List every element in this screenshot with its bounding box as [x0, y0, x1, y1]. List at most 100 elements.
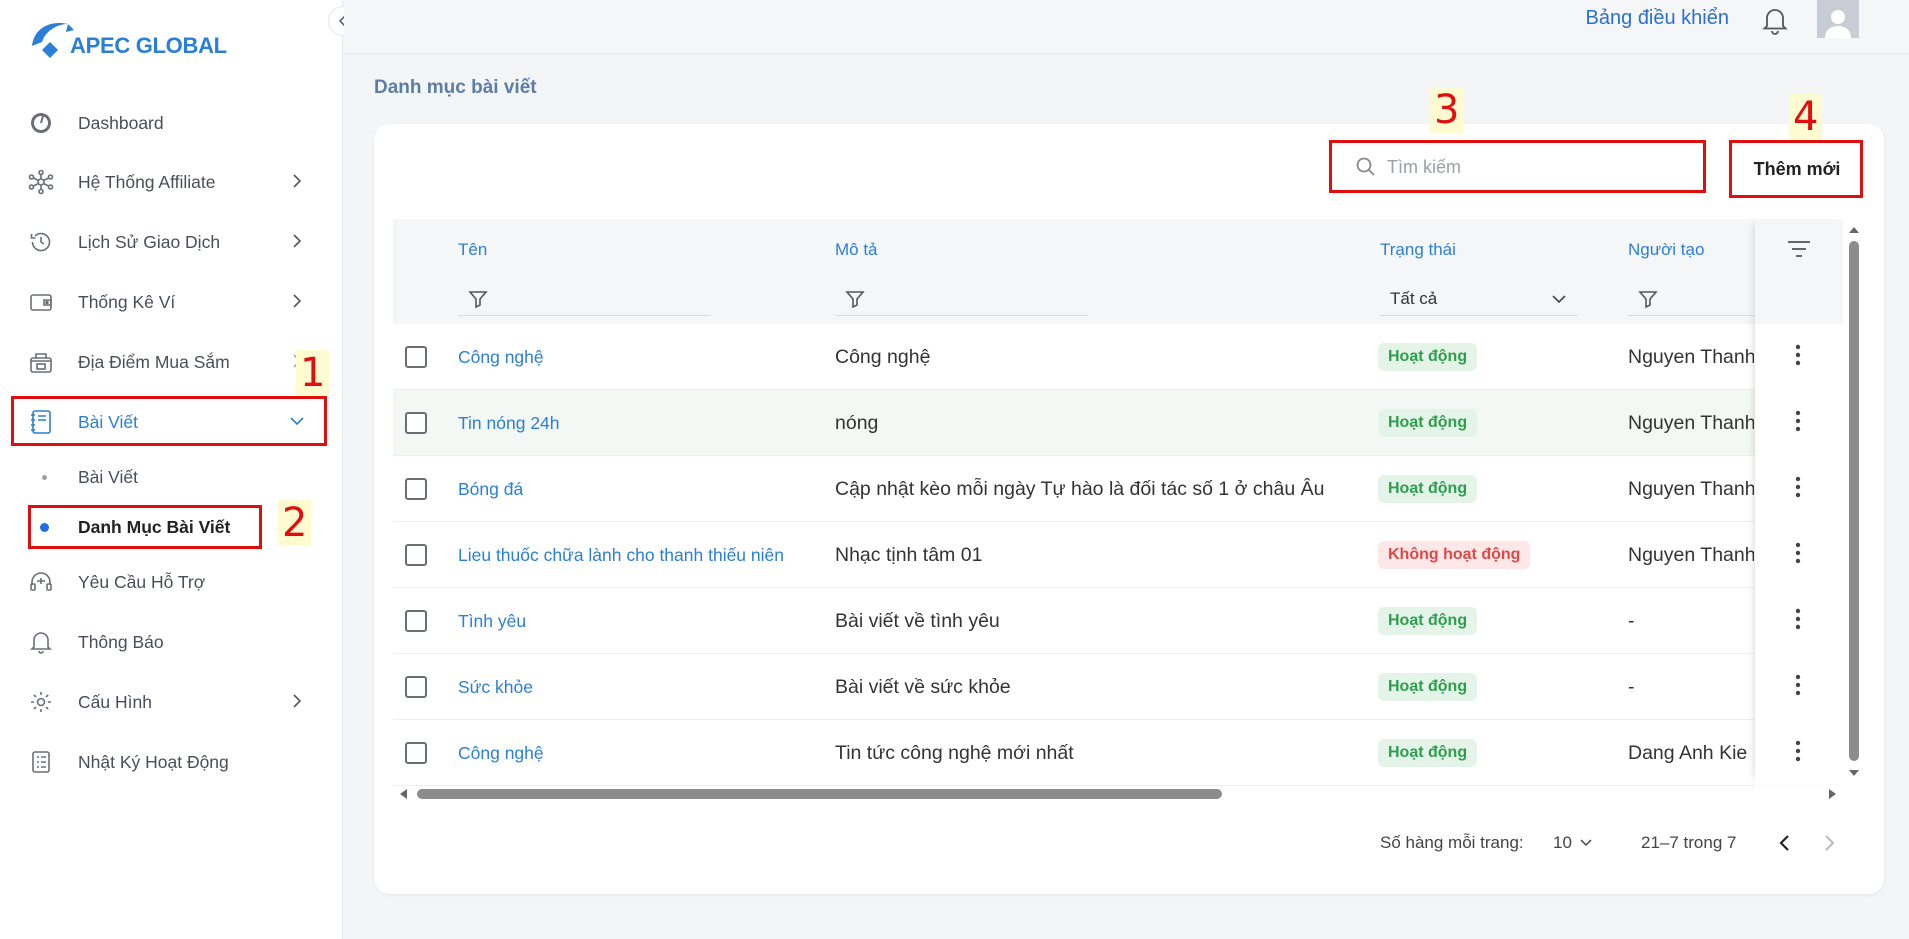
creator-filter-input[interactable] — [1628, 282, 1755, 316]
more-vert-icon[interactable] — [1786, 475, 1810, 499]
column-header-creator[interactable]: Người tạo — [1628, 240, 1704, 260]
column-header-name[interactable]: Tên — [458, 240, 487, 260]
status-badge: Hoạt động — [1378, 607, 1478, 635]
status-badge: Hoạt động — [1378, 343, 1478, 371]
creator-name: Dang Anh Kie — [1628, 741, 1748, 764]
category-name-link[interactable]: Công nghệ — [458, 720, 544, 786]
row-checkbox[interactable] — [405, 676, 427, 698]
annotation-marker-3: 3 — [1430, 87, 1464, 133]
annotation-marker-4: 4 — [1789, 94, 1823, 140]
category-description: Tin tức công nghệ mới nhất — [835, 741, 1074, 764]
sidebar-item-label: Thống Kê Ví — [78, 291, 176, 312]
status-badge: Hoạt động — [1378, 409, 1478, 437]
search-placeholder: Tìm kiếm — [1387, 156, 1461, 177]
more-vert-icon[interactable] — [1786, 541, 1810, 565]
column-header-status[interactable]: Trạng thái — [1380, 240, 1456, 260]
sidebar-subitem-label: Bài Viết — [78, 466, 138, 487]
chevron-right-icon — [286, 290, 308, 312]
more-vert-icon[interactable] — [1786, 409, 1810, 433]
description-filter-input[interactable] — [835, 282, 1088, 316]
clock-history-icon — [28, 229, 54, 255]
table-row[interactable]: Sức khỏe Bài viết về sức khỏe Hoạt động … — [393, 654, 1755, 720]
topbar: Bảng điều khiển — [344, 0, 1909, 54]
page-title: Danh mục bài viết — [374, 77, 537, 98]
sidebar-item-settings[interactable]: Cấu Hình — [14, 676, 326, 728]
sidebar-item-wallet-stats[interactable]: Thống Kê Ví — [14, 276, 326, 328]
creator-name: Nguyen Thanh — [1628, 345, 1754, 368]
rows-per-page-label: Số hàng mỗi trang: — [1380, 833, 1524, 852]
row-checkbox[interactable] — [405, 346, 427, 368]
row-checkbox[interactable] — [405, 412, 427, 434]
category-name-link[interactable]: Lieu thuốc chữa lành cho thanh thiếu niê… — [458, 522, 784, 588]
search-input[interactable]: Tìm kiếm — [1333, 143, 1703, 191]
vertical-scrollbar[interactable] — [1843, 219, 1865, 784]
sidebar-item-support[interactable]: Yêu Cầu Hỗ Trợ — [14, 556, 326, 608]
more-vert-icon[interactable] — [1786, 607, 1810, 631]
sidebar-item-label: Cấu Hình — [78, 691, 152, 712]
chevron-down-icon — [286, 410, 308, 432]
notification-bell-icon[interactable] — [1761, 5, 1789, 35]
sidebar-item-articles[interactable]: Bài Viết — [14, 396, 326, 448]
rows-per-page-select[interactable]: 10 — [1553, 833, 1592, 853]
sidebar-item-shopping-places[interactable]: Địa Điểm Mua Sắm — [14, 336, 326, 388]
category-name-link[interactable]: Sức khỏe — [458, 654, 533, 720]
log-icon — [28, 749, 54, 775]
more-vert-icon[interactable] — [1786, 343, 1810, 367]
sidebar-item-activity-log[interactable]: Nhật Ký Hoạt Động — [14, 736, 326, 788]
sidebar-item-label: Dashboard — [78, 112, 164, 133]
rows-per-page-value: 10 — [1553, 833, 1572, 852]
more-vert-icon[interactable] — [1786, 673, 1810, 697]
category-description: Bài viết về tình yêu — [835, 609, 1000, 632]
category-description: Bài viết về sức khỏe — [835, 675, 1011, 698]
table-row[interactable]: Tin nóng 24h nóng Hoạt động Nguyen Thanh — [393, 390, 1755, 456]
dashboard-link[interactable]: Bảng điều khiển — [1586, 7, 1729, 30]
row-checkbox[interactable] — [405, 610, 427, 632]
network-icon — [28, 169, 54, 195]
sidebar-item-label: Bài Viết — [78, 411, 138, 432]
table-row[interactable]: Lieu thuốc chữa lành cho thanh thiếu niê… — [393, 522, 1755, 588]
wallet-icon — [28, 289, 54, 315]
table-row[interactable]: Công nghệ Tin tức công nghệ mới nhất Hoạ… — [393, 720, 1755, 786]
status-badge: Không hoạt động — [1378, 541, 1531, 569]
category-description: Nhạc tịnh tâm 01 — [835, 543, 983, 566]
annotation-marker-2: 2 — [278, 500, 312, 546]
table-row[interactable]: Tình yêu Bài viết về tình yêu Hoạt động … — [393, 588, 1755, 654]
name-filter-input[interactable] — [458, 282, 711, 316]
user-avatar[interactable] — [1817, 0, 1859, 38]
headset-icon — [28, 569, 54, 595]
category-description: Công nghệ — [835, 345, 931, 368]
article-icon — [28, 409, 54, 435]
next-page-button[interactable] — [1822, 834, 1836, 852]
sidebar-item-affiliate[interactable]: Hệ Thống Affiliate — [14, 156, 326, 208]
horizontal-scrollbar[interactable] — [393, 785, 1843, 803]
column-header-description[interactable]: Mô tả — [835, 240, 878, 260]
more-vert-icon[interactable] — [1786, 739, 1810, 763]
sidebar-item-dashboard[interactable]: Dashboard — [14, 97, 326, 149]
sidebar-item-transactions[interactable]: Lịch Sử Giao Dịch — [14, 216, 326, 268]
row-checkbox[interactable] — [405, 478, 427, 500]
status-badge: Hoạt động — [1378, 739, 1478, 767]
gear-icon — [28, 689, 54, 715]
sidebar-item-label: Nhật Ký Hoạt Động — [78, 751, 229, 772]
creator-name: Nguyen Thanh — [1628, 411, 1754, 434]
creator-name: Nguyen Thanh — [1628, 543, 1754, 566]
bell-icon — [28, 629, 54, 655]
logo[interactable]: APEC GLOBAL — [28, 16, 227, 62]
filter-icon — [1638, 290, 1658, 308]
status-filter-select[interactable]: Tất cả — [1380, 282, 1578, 316]
logo-text: APEC GLOBAL — [70, 33, 227, 58]
category-name-link[interactable]: Tin nóng 24h — [458, 390, 560, 456]
prev-page-button[interactable] — [1778, 834, 1792, 852]
row-checkbox[interactable] — [405, 544, 427, 566]
actions-column — [1755, 219, 1843, 784]
add-new-button[interactable]: Thêm mới — [1733, 143, 1861, 195]
table-row[interactable]: Bóng đá Cập nhật kèo mỗi ngày Tự hào là … — [393, 456, 1755, 522]
category-name-link[interactable]: Công nghệ — [458, 324, 544, 390]
row-checkbox[interactable] — [405, 742, 427, 764]
category-name-link[interactable]: Tình yêu — [458, 588, 526, 654]
sidebar-item-notifications[interactable]: Thông Báo — [14, 616, 326, 668]
sidebar-item-label: Địa Điểm Mua Sắm — [78, 351, 230, 372]
category-name-link[interactable]: Bóng đá — [458, 456, 523, 522]
table-row[interactable]: Công nghệ Công nghệ Hoạt động Nguyen Tha… — [393, 324, 1755, 390]
column-filter-icon[interactable] — [1787, 239, 1811, 259]
